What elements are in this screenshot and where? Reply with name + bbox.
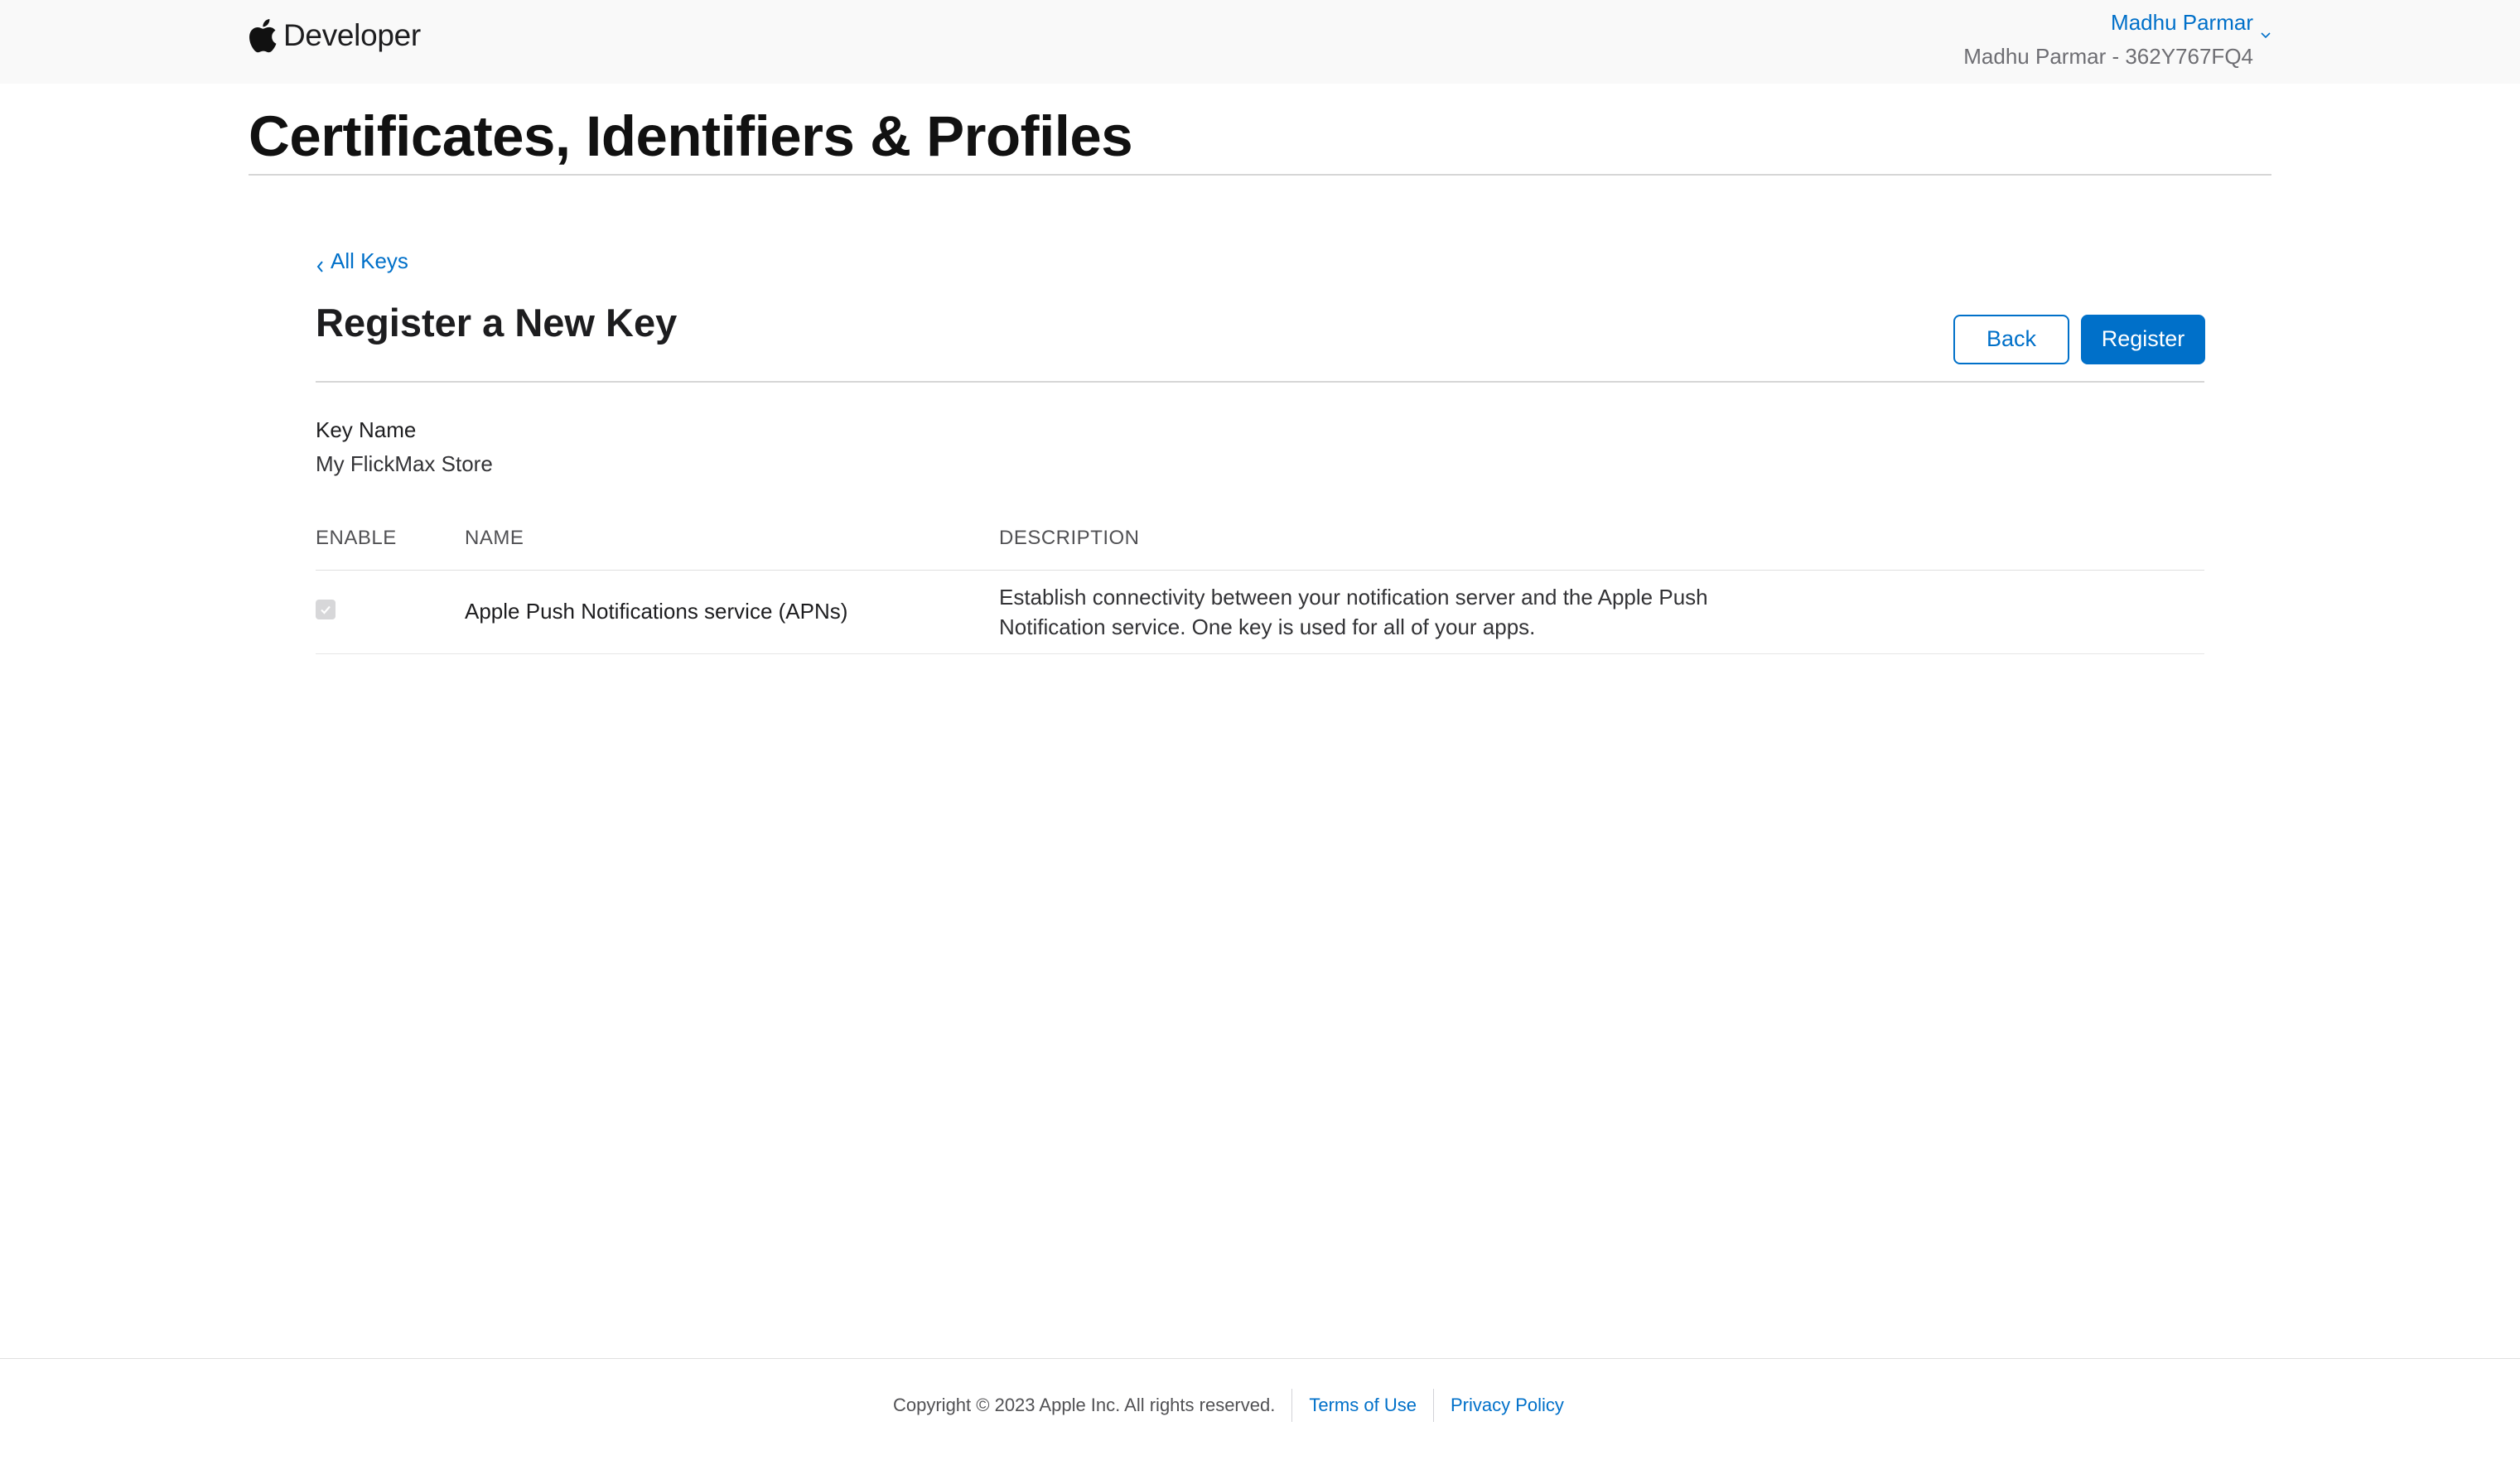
key-name-label: Key Name — [316, 417, 417, 442]
terms-of-use-link[interactable]: Terms of Use — [1291, 1389, 1433, 1422]
brand-name: Developer — [283, 18, 421, 52]
title-divider — [249, 174, 2271, 176]
name-cell: Apple Push Notifications service (APNs) — [465, 599, 999, 624]
page-title: Certificates, Identifiers & Profiles — [249, 104, 1133, 168]
section-title: Register a New Key — [316, 300, 678, 345]
table-header: ENABLE NAME DESCRIPTION — [316, 527, 2204, 571]
developer-home-link[interactable]: Developer — [249, 18, 421, 53]
section-divider — [316, 380, 2204, 383]
account-menu: Madhu Parmar Madhu Parmar - 362Y767FQ4 — [1963, 10, 2271, 70]
account-dropdown[interactable]: Madhu Parmar — [2111, 10, 2271, 38]
global-header: Developer Madhu Parmar Madhu Parmar - 36… — [0, 0, 2520, 84]
column-header-name: NAME — [465, 526, 524, 549]
chevron-left-icon — [316, 254, 324, 272]
chevron-down-icon — [2260, 19, 2271, 38]
copyright-text: Copyright © 2023 Apple Inc. All rights r… — [893, 1395, 1276, 1415]
column-header-description: DESCRIPTION — [999, 526, 1140, 549]
main-content: All Keys Register a New Key Back Registe… — [316, 248, 2205, 654]
all-keys-label: All Keys — [331, 248, 408, 273]
section-header: Register a New Key Back Register — [316, 295, 2205, 374]
key-name-value: My FlickMax Store — [316, 451, 493, 476]
page-footer: Copyright © 2023 Apple Inc. All rights r… — [0, 1358, 2520, 1460]
table-row: Apple Push Notifications service (APNs) … — [316, 571, 2204, 654]
description-cell: Establish connectivity between your noti… — [999, 582, 2204, 642]
apple-logo-icon — [249, 18, 277, 53]
all-keys-link[interactable]: All Keys — [316, 248, 408, 274]
enable-cell — [316, 599, 465, 619]
footer-content: Copyright © 2023 Apple Inc. All rights r… — [893, 1389, 1581, 1422]
team-label: Madhu Parmar - 362Y767FQ4 — [1963, 44, 2253, 69]
service-name: Apple Push Notifications service (APNs) — [465, 599, 848, 624]
checkmark-icon — [321, 605, 331, 614]
service-description: Establish connectivity between your noti… — [999, 584, 1708, 639]
apns-enable-checkbox[interactable] — [316, 599, 336, 619]
key-name-field: Key Name My FlickMax Store — [316, 417, 2204, 477]
back-button[interactable]: Back — [1953, 314, 2069, 364]
services-table: ENABLE NAME DESCRIPTION Apple Push Notif… — [316, 527, 2204, 654]
account-name-label: Madhu Parmar — [2111, 10, 2253, 35]
column-header-enable: ENABLE — [316, 526, 397, 549]
privacy-policy-link[interactable]: Privacy Policy — [1432, 1389, 1581, 1422]
register-button[interactable]: Register — [2081, 314, 2205, 364]
